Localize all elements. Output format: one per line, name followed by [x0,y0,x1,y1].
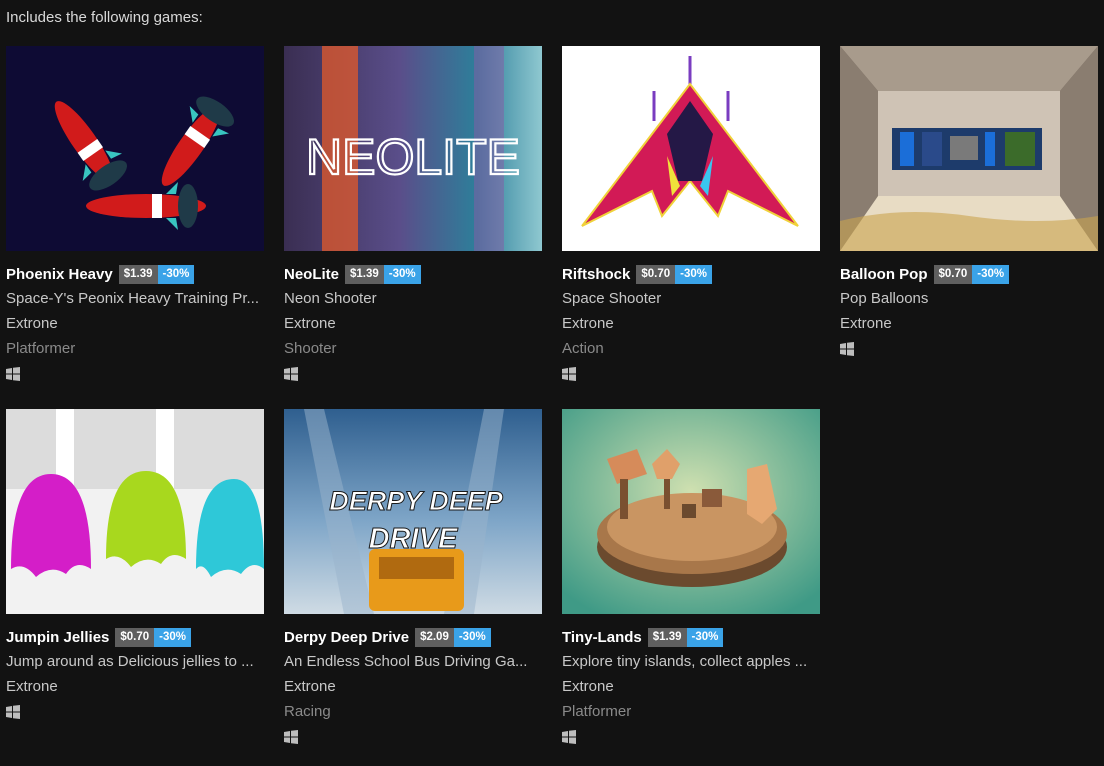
price-badge: $2.09 -30% [415,627,491,647]
game-genre-link[interactable]: Shooter [284,336,542,361]
jumpin-jellies-artwork [6,409,264,614]
price-label: $2.09 [415,627,454,647]
game-author-link[interactable]: Extrone [840,311,1098,336]
game-thumbnail[interactable] [840,46,1098,251]
game-thumbnail[interactable] [6,409,264,614]
price-badge: $0.70 -30% [115,627,192,647]
tiny-lands-artwork [562,409,820,614]
price-label: $0.70 [636,264,676,284]
price-badge: $1.39 -30% [647,627,724,647]
game-card-balloon-pop[interactable]: Balloon Pop $0.70 -30% Pop Balloons Extr… [840,46,1098,381]
game-author-link[interactable]: Extrone [6,674,264,699]
derpy-deep-drive-artwork: DERPY DEEP DRIVE [284,409,542,614]
game-title[interactable]: Phoenix Heavy [6,266,113,283]
platform-list [6,705,264,721]
game-description: An Endless School Bus Driving Ga... [284,653,528,670]
game-card-phoenix-heavy[interactable]: Phoenix Heavy $1.39 -30% Space-Y's Peoni… [6,46,264,381]
game-card-neolite[interactable]: NEOLITE NeoLite $1.39 -30% Neon Shooter … [284,46,542,381]
discount-label: -30% [157,264,195,284]
game-description: Jump around as Delicious jellies to ... [6,653,254,670]
price-label: $1.39 [647,627,687,647]
game-card-derpy-deep-drive[interactable]: DERPY DEEP DRIVE Derpy Deep Drive $2.09 … [284,409,542,744]
windows-icon [284,367,298,381]
platform-list [562,367,820,383]
game-author-link[interactable]: Extrone [284,311,542,336]
derpy-logo-line-2: DRIVE [369,523,459,555]
game-thumbnail[interactable] [562,409,820,614]
game-description: Neon Shooter [284,290,377,307]
game-title[interactable]: Jumpin Jellies [6,629,109,646]
discount-label: -30% [972,264,1010,284]
game-title[interactable]: Balloon Pop [840,266,928,283]
price-label: $0.70 [933,264,973,284]
game-title[interactable]: NeoLite [284,266,339,283]
neolite-artwork: NEOLITE [284,46,542,251]
discount-label: -30% [675,264,712,284]
game-author-link[interactable]: Extrone [6,311,264,336]
price-badge: $0.70 -30% [933,264,1010,284]
game-genre-link[interactable]: Platformer [562,699,820,724]
game-card-tiny-lands[interactable]: Tiny-Lands $1.39 -30% Explore tiny islan… [562,409,820,744]
windows-icon [562,367,576,381]
discount-label: -30% [453,627,491,647]
windows-icon [562,730,576,744]
derpy-logo-line-1: DERPY DEEP [329,486,504,516]
game-description: Pop Balloons [840,290,929,307]
price-label: $1.39 [118,264,158,284]
platform-list [6,367,264,383]
game-card-riftshock[interactable]: Riftshock $0.70 -30% Space Shooter Extro… [562,46,820,381]
header-label: Includes the following games: [6,9,203,26]
platform-list [840,342,1098,358]
game-thumbnail[interactable] [6,46,264,251]
game-grid: Phoenix Heavy $1.39 -30% Space-Y's Peoni… [6,46,1098,744]
game-genre-link[interactable]: Racing [284,699,542,724]
discount-label: -30% [383,264,421,284]
game-title[interactable]: Derpy Deep Drive [284,629,409,646]
price-badge: $1.39 -30% [345,264,421,284]
discount-label: -30% [154,627,192,647]
windows-icon [284,730,298,744]
windows-icon [6,367,20,381]
windows-icon [6,705,20,719]
game-title[interactable]: Riftshock [562,266,630,283]
price-badge: $0.70 -30% [636,264,712,284]
game-author-link[interactable]: Extrone [562,674,820,699]
platform-list [284,730,542,746]
game-description: Space-Y's Peonix Heavy Training Pr... [6,290,259,307]
price-badge: $1.39 -30% [118,264,195,284]
discount-label: -30% [686,627,724,647]
game-title[interactable]: Tiny-Lands [562,629,642,646]
windows-icon [840,342,854,356]
game-author-link[interactable]: Extrone [284,674,542,699]
neolite-logo-text: NEOLITE [306,129,520,185]
game-genre-link[interactable]: Action [562,336,820,361]
game-genre-link[interactable]: Platformer [6,336,264,361]
game-author-link[interactable]: Extrone [562,311,820,336]
platform-list [284,367,542,383]
game-thumbnail[interactable] [562,46,820,251]
game-card-jumpin-jellies[interactable]: Jumpin Jellies $0.70 -30% Jump around as… [6,409,264,744]
game-description: Space Shooter [562,290,662,307]
game-thumbnail[interactable]: DERPY DEEP DRIVE [284,409,542,614]
price-label: $1.39 [345,264,384,284]
riftshock-artwork [562,46,820,251]
game-description: Explore tiny islands, collect apples ... [562,653,808,670]
price-label: $0.70 [115,627,155,647]
platform-list [562,730,820,746]
game-thumbnail[interactable]: NEOLITE [284,46,542,251]
phoenix-heavy-artwork [6,46,264,251]
balloon-pop-artwork [840,46,1098,251]
